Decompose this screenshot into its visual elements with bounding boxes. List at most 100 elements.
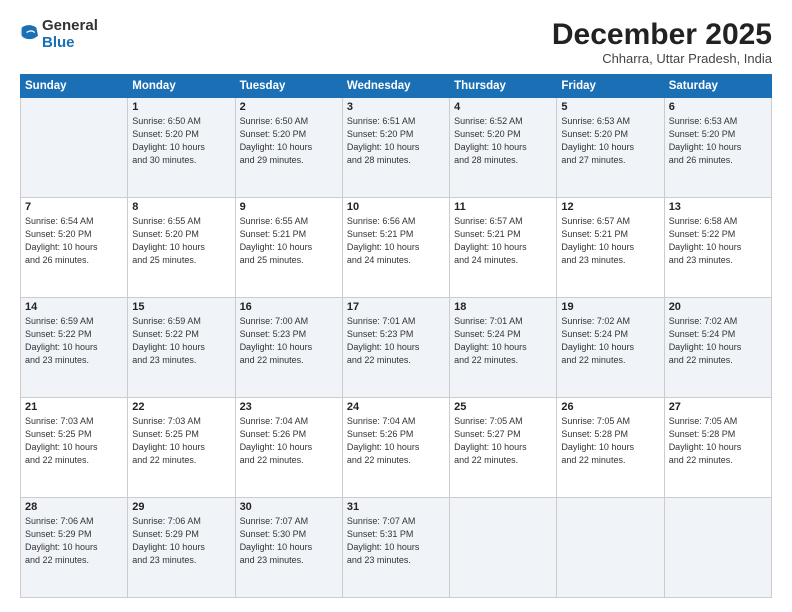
header: General Blue December 2025 Chharra, Utta…	[20, 18, 772, 66]
table-row: 13 Sunrise: 6:58 AM Sunset: 5:22 PM Dayli…	[664, 198, 771, 298]
table-row: 12 Sunrise: 6:57 AM Sunset: 5:21 PM Dayli…	[557, 198, 664, 298]
table-row: 22 Sunrise: 7:03 AM Sunset: 5:25 PM Dayli…	[128, 398, 235, 498]
day-number: 26	[561, 401, 659, 413]
day-number: 10	[347, 201, 445, 213]
day-number: 4	[454, 101, 552, 113]
calendar-week-row: 14 Sunrise: 6:59 AM Sunset: 5:22 PM Dayli…	[21, 298, 772, 398]
table-row: 20 Sunrise: 7:02 AM Sunset: 5:24 PM Dayli…	[664, 298, 771, 398]
table-row	[557, 498, 664, 598]
day-info: Sunrise: 7:05 AM Sunset: 5:27 PM Dayligh…	[454, 415, 552, 467]
day-number: 13	[669, 201, 767, 213]
table-row: 29 Sunrise: 7:06 AM Sunset: 5:29 PM Dayli…	[128, 498, 235, 598]
day-info: Sunrise: 6:53 AM Sunset: 5:20 PM Dayligh…	[669, 115, 767, 167]
day-info: Sunrise: 7:01 AM Sunset: 5:24 PM Dayligh…	[454, 315, 552, 367]
day-info: Sunrise: 6:50 AM Sunset: 5:20 PM Dayligh…	[132, 115, 230, 167]
day-number: 24	[347, 401, 445, 413]
calendar-week-row: 7 Sunrise: 6:54 AM Sunset: 5:20 PM Daylig…	[21, 198, 772, 298]
table-row: 8 Sunrise: 6:55 AM Sunset: 5:20 PM Daylig…	[128, 198, 235, 298]
day-info: Sunrise: 6:54 AM Sunset: 5:20 PM Dayligh…	[25, 215, 123, 267]
day-number: 18	[454, 301, 552, 313]
day-info: Sunrise: 6:55 AM Sunset: 5:21 PM Dayligh…	[240, 215, 338, 267]
day-info: Sunrise: 7:01 AM Sunset: 5:23 PM Dayligh…	[347, 315, 445, 367]
logo: General Blue	[20, 18, 98, 51]
table-row: 25 Sunrise: 7:05 AM Sunset: 5:27 PM Dayli…	[450, 398, 557, 498]
day-info: Sunrise: 7:06 AM Sunset: 5:29 PM Dayligh…	[25, 515, 123, 567]
day-number: 5	[561, 101, 659, 113]
table-row: 19 Sunrise: 7:02 AM Sunset: 5:24 PM Dayli…	[557, 298, 664, 398]
day-number: 8	[132, 201, 230, 213]
table-row: 17 Sunrise: 7:01 AM Sunset: 5:23 PM Dayli…	[342, 298, 449, 398]
day-number: 9	[240, 201, 338, 213]
day-number: 3	[347, 101, 445, 113]
calendar-week-row: 28 Sunrise: 7:06 AM Sunset: 5:29 PM Dayli…	[21, 498, 772, 598]
table-row: 30 Sunrise: 7:07 AM Sunset: 5:30 PM Dayli…	[235, 498, 342, 598]
header-row: Sunday Monday Tuesday Wednesday Thursday…	[21, 75, 772, 98]
day-info: Sunrise: 6:58 AM Sunset: 5:22 PM Dayligh…	[669, 215, 767, 267]
day-number: 17	[347, 301, 445, 313]
table-row: 1 Sunrise: 6:50 AM Sunset: 5:20 PM Daylig…	[128, 98, 235, 198]
day-info: Sunrise: 7:03 AM Sunset: 5:25 PM Dayligh…	[25, 415, 123, 467]
day-info: Sunrise: 6:55 AM Sunset: 5:20 PM Dayligh…	[132, 215, 230, 267]
table-row: 7 Sunrise: 6:54 AM Sunset: 5:20 PM Daylig…	[21, 198, 128, 298]
day-number: 22	[132, 401, 230, 413]
day-info: Sunrise: 6:59 AM Sunset: 5:22 PM Dayligh…	[132, 315, 230, 367]
day-number: 15	[132, 301, 230, 313]
day-info: Sunrise: 6:59 AM Sunset: 5:22 PM Dayligh…	[25, 315, 123, 367]
day-number: 20	[669, 301, 767, 313]
day-number: 31	[347, 501, 445, 513]
col-saturday: Saturday	[664, 75, 771, 98]
day-number: 1	[132, 101, 230, 113]
table-row: 14 Sunrise: 6:59 AM Sunset: 5:22 PM Dayli…	[21, 298, 128, 398]
col-tuesday: Tuesday	[235, 75, 342, 98]
day-info: Sunrise: 6:50 AM Sunset: 5:20 PM Dayligh…	[240, 115, 338, 167]
day-number: 16	[240, 301, 338, 313]
title-block: December 2025 Chharra, Uttar Pradesh, In…	[552, 18, 772, 66]
table-row: 16 Sunrise: 7:00 AM Sunset: 5:23 PM Dayli…	[235, 298, 342, 398]
day-info: Sunrise: 7:00 AM Sunset: 5:23 PM Dayligh…	[240, 315, 338, 367]
table-row: 23Sunrise: 7:04 AM Sunset: 5:26 PM Dayli…	[235, 398, 342, 498]
day-info: Sunrise: 6:53 AM Sunset: 5:20 PM Dayligh…	[561, 115, 659, 167]
table-row: 15 Sunrise: 6:59 AM Sunset: 5:22 PM Dayli…	[128, 298, 235, 398]
day-number: 11	[454, 201, 552, 213]
day-number: 19	[561, 301, 659, 313]
table-row: 3 Sunrise: 6:51 AM Sunset: 5:20 PM Daylig…	[342, 98, 449, 198]
day-number: 25	[454, 401, 552, 413]
day-info: Sunrise: 6:56 AM Sunset: 5:21 PM Dayligh…	[347, 215, 445, 267]
table-row	[450, 498, 557, 598]
day-number: 30	[240, 501, 338, 513]
table-row: 27 Sunrise: 7:05 AM Sunset: 5:28 PM Dayli…	[664, 398, 771, 498]
location-subtitle: Chharra, Uttar Pradesh, India	[552, 51, 772, 66]
table-row: 18 Sunrise: 7:01 AM Sunset: 5:24 PM Dayli…	[450, 298, 557, 398]
month-title: December 2025	[552, 18, 772, 51]
day-number: 6	[669, 101, 767, 113]
day-number: 27	[669, 401, 767, 413]
table-row: 24Sunrise: 7:04 AM Sunset: 5:26 PM Dayli…	[342, 398, 449, 498]
day-info: Sunrise: 7:02 AM Sunset: 5:24 PM Dayligh…	[561, 315, 659, 367]
col-wednesday: Wednesday	[342, 75, 449, 98]
day-number: 29	[132, 501, 230, 513]
day-info: Sunrise: 7:07 AM Sunset: 5:30 PM Dayligh…	[240, 515, 338, 567]
table-row: 5 Sunrise: 6:53 AM Sunset: 5:20 PM Daylig…	[557, 98, 664, 198]
day-number: 7	[25, 201, 123, 213]
day-number: 21	[25, 401, 123, 413]
table-row: 26Sunrise: 7:05 AM Sunset: 5:28 PM Dayli…	[557, 398, 664, 498]
table-row	[664, 498, 771, 598]
calendar-table: Sunday Monday Tuesday Wednesday Thursday…	[20, 74, 772, 598]
day-number: 2	[240, 101, 338, 113]
table-row: 31Sunrise: 7:07 AM Sunset: 5:31 PM Dayli…	[342, 498, 449, 598]
day-info: Sunrise: 6:57 AM Sunset: 5:21 PM Dayligh…	[454, 215, 552, 267]
day-info: Sunrise: 6:52 AM Sunset: 5:20 PM Dayligh…	[454, 115, 552, 167]
calendar-week-row: 1 Sunrise: 6:50 AM Sunset: 5:20 PM Daylig…	[21, 98, 772, 198]
day-info: Sunrise: 6:51 AM Sunset: 5:20 PM Dayligh…	[347, 115, 445, 167]
day-info: Sunrise: 7:06 AM Sunset: 5:29 PM Dayligh…	[132, 515, 230, 567]
day-number: 14	[25, 301, 123, 313]
day-number: 28	[25, 501, 123, 513]
day-number: 12	[561, 201, 659, 213]
day-info: Sunrise: 7:02 AM Sunset: 5:24 PM Dayligh…	[669, 315, 767, 367]
col-monday: Monday	[128, 75, 235, 98]
day-info: Sunrise: 7:03 AM Sunset: 5:25 PM Dayligh…	[132, 415, 230, 467]
day-info: Sunrise: 7:05 AM Sunset: 5:28 PM Dayligh…	[669, 415, 767, 467]
logo-icon	[20, 24, 38, 46]
day-info: Sunrise: 6:57 AM Sunset: 5:21 PM Dayligh…	[561, 215, 659, 267]
col-friday: Friday	[557, 75, 664, 98]
